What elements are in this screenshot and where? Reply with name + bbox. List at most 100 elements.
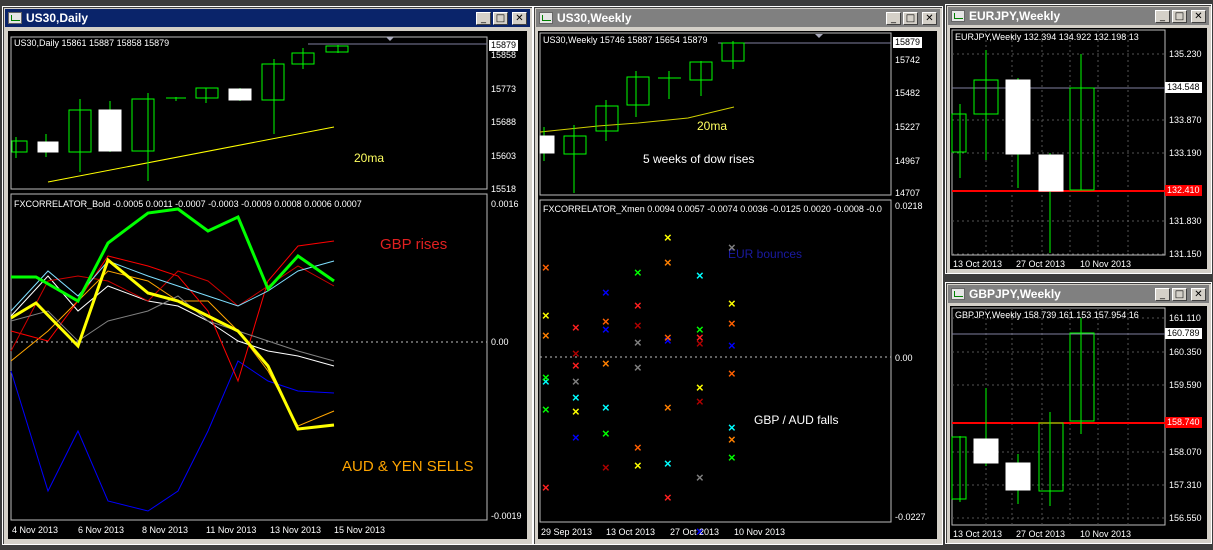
indicator-label: 0.0016 (491, 199, 519, 209)
correlator-marker: × (634, 440, 642, 455)
maximize-button[interactable]: □ (1172, 9, 1187, 23)
date-label: 10 Nov 2013 (1080, 259, 1132, 269)
correlator-marker: × (696, 268, 704, 283)
chart-area[interactable]: US30,Weekly 15746 15887 15654 15879 FXCO… (538, 31, 937, 539)
window-title: GBPJPY,Weekly (969, 287, 1061, 301)
price-label: 15773 (491, 84, 517, 94)
correlator-marker: × (602, 322, 610, 337)
price-label: 131.150 (1169, 249, 1202, 259)
indicator-label: -0.0227 (895, 512, 926, 522)
date-label: 13 Oct 2013 (953, 259, 1003, 269)
chart-header: US30,Daily 15861 15887 15858 15879 (14, 38, 170, 48)
annotation-20ma: 20ma (354, 151, 385, 165)
close-button[interactable]: ✕ (1191, 9, 1206, 23)
correlator-marker: × (728, 420, 736, 435)
date-label: 15 Nov 2013 (334, 525, 386, 535)
price-label: 135.230 (1169, 49, 1202, 59)
price-label: 15518 (491, 184, 517, 194)
correlator-marker: × (572, 430, 580, 445)
indicator-label: 0.00 (491, 337, 509, 347)
correlator-marker: × (572, 358, 580, 373)
correlator-marker: × (696, 336, 704, 351)
close-button[interactable]: ✕ (512, 11, 527, 25)
date-label: 6 Nov 2013 (78, 525, 125, 535)
last-price-box: 15879 (489, 40, 519, 51)
minimize-button[interactable]: _ (1155, 287, 1170, 301)
price-label: 14707 (895, 188, 921, 198)
current-price-box: 160.789 (1165, 328, 1202, 339)
chart-area[interactable]: GBPJPY,Weekly 158.739 161.153 157.954 16… (950, 306, 1207, 539)
correlator-marker: × (696, 470, 704, 485)
price-label: 133.190 (1169, 148, 1202, 158)
correlator-marker: × (664, 456, 672, 471)
correlator-marker: × (728, 240, 736, 255)
annotation-gbp-rises: GBP rises (380, 236, 448, 253)
us30-daily-window[interactable]: US30,Daily _ □ ✕ US30,Daily 15861 15887 … (2, 6, 533, 545)
correlator-marker: × (696, 394, 704, 409)
correlator-marker: × (542, 308, 550, 323)
correlator-marker: × (634, 335, 642, 350)
date-label: 11 Nov 2013 (206, 525, 257, 535)
price-label: 159.590 (1169, 380, 1202, 390)
correlator-marker: × (602, 426, 610, 441)
price-label: 157.310 (1169, 480, 1202, 490)
price-label: 15742 (895, 55, 921, 65)
correlator-marker: × (728, 338, 736, 353)
correlator-marker: × (572, 320, 580, 335)
chart-area[interactable]: EURJPY,Weekly 132.394 134.922 132.198 13… (950, 28, 1207, 269)
correlator-marker: × (602, 400, 610, 415)
price-label: 15603 (491, 151, 517, 161)
chart-area[interactable]: US30,Daily 15861 15887 15858 15879 FXCOR… (8, 31, 527, 539)
us30-daily-titlebar[interactable]: US30,Daily _ □ ✕ (5, 9, 530, 27)
price-label: 158.070 (1169, 447, 1202, 457)
correlator-marker: × (602, 356, 610, 371)
correlator-marker: × (602, 460, 610, 475)
chart-header: US30,Weekly 15746 15887 15654 15879 (543, 35, 708, 45)
correlator-marker: × (664, 230, 672, 245)
correlator-marker: × (634, 298, 642, 313)
date-label: 29 Sep 2013 (541, 527, 593, 537)
us30-weekly-window[interactable]: US30,Weekly _ □ ✕ US30,Weekly 15746 1588… (533, 6, 943, 545)
date-label: 27 Oct 2013 (1016, 529, 1066, 539)
date-label: 27 Oct 2013 (670, 527, 720, 537)
minimize-button[interactable]: _ (1155, 9, 1170, 23)
price-label: 15482 (895, 88, 921, 98)
gbpjpy-titlebar[interactable]: GBPJPY,Weekly _ □ ✕ (948, 285, 1209, 303)
correlator-marker: × (728, 296, 736, 311)
close-button[interactable]: ✕ (1191, 287, 1206, 301)
price-label: 15227 (895, 122, 921, 132)
correlator-markers: × × × × × × × × × × × × × × × × × × × × × × × × × × × × × × × × × × × × × × × ×… (538, 231, 898, 538)
date-label: 4 Nov 2013 (12, 525, 59, 535)
gbpjpy-weekly-window[interactable]: GBPJPY,Weekly _ □ ✕ GBPJPY,Weekly 158.73… (945, 282, 1212, 544)
indicator-label: -0.0019 (491, 511, 522, 521)
maximize-button[interactable]: □ (493, 11, 508, 25)
correlator-marker: × (664, 255, 672, 270)
correlator-marker: × (542, 260, 550, 275)
correlator-marker: × (664, 400, 672, 415)
us30-weekly-titlebar[interactable]: US30,Weekly _ □ ✕ (536, 9, 940, 27)
date-label: 13 Oct 2013 (606, 527, 656, 537)
correlator-marker: × (634, 265, 642, 280)
date-label: 27 Oct 2013 (1016, 259, 1066, 269)
chart-window-icon (539, 12, 553, 24)
current-price-box: 134.548 (1165, 82, 1202, 93)
date-label: 10 Nov 2013 (734, 527, 786, 537)
price-label: 131.830 (1169, 216, 1202, 226)
chart-window-icon (951, 288, 965, 300)
minimize-button[interactable]: _ (886, 11, 901, 25)
eurjpy-weekly-window[interactable]: EURJPY,Weekly _ □ ✕ EURJPY,Weekly 132.39… (945, 4, 1212, 274)
correlator-marker: × (572, 390, 580, 405)
correlator-marker: × (664, 490, 672, 505)
correlator-marker: × (542, 402, 550, 417)
chart-window-icon (951, 10, 965, 22)
correlator-marker: × (634, 360, 642, 375)
chart-window-icon (8, 12, 22, 24)
minimize-button[interactable]: _ (476, 11, 491, 25)
maximize-button[interactable]: □ (903, 11, 918, 25)
red-line-price-box: 158.740 (1165, 417, 1202, 428)
close-button[interactable]: ✕ (922, 11, 937, 25)
correlator-marker: × (542, 328, 550, 343)
maximize-button[interactable]: □ (1172, 287, 1187, 301)
date-label: 8 Nov 2013 (142, 525, 189, 535)
eurjpy-titlebar[interactable]: EURJPY,Weekly _ □ ✕ (948, 7, 1209, 25)
